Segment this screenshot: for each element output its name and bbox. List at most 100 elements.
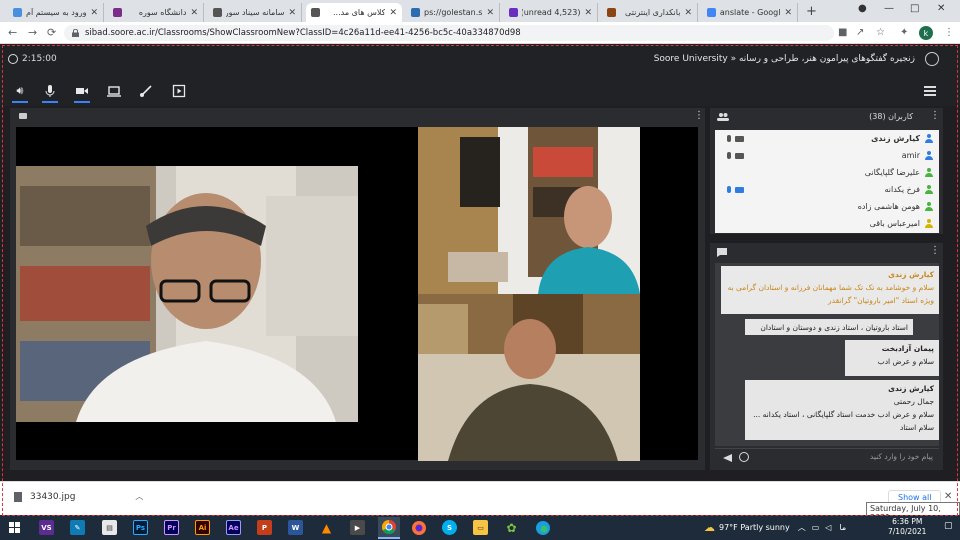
chat-message-text: سلام و عرض ادب خدمت استاد گلپایگانی ، اس… (753, 410, 934, 419)
tab-close-icon[interactable]: ✕ (190, 8, 198, 18)
share-icon[interactable]: ↗ (856, 27, 864, 38)
maximize-icon[interactable]: □ (910, 3, 919, 14)
microphone-icon[interactable] (42, 84, 58, 103)
emoji-icon[interactable] (739, 452, 749, 462)
word-icon[interactable]: W (288, 520, 303, 535)
speaker-icon[interactable]: 🔊︎ (12, 84, 28, 103)
user-mic-icon (727, 186, 731, 193)
photoshop-icon[interactable]: Ps (133, 520, 148, 535)
tab-close-icon[interactable]: ✕ (90, 8, 98, 18)
user-mic-icon (727, 135, 731, 142)
browser-tab[interactable]: سامانه سیناد سوره ✕ (208, 3, 302, 22)
address-bar[interactable]: sibad.soore.ac.ir/Classrooms/ShowClassro… (64, 25, 834, 41)
edge-icon[interactable] (535, 520, 550, 535)
tab-close-icon[interactable]: ✕ (584, 8, 592, 18)
user-name: amir (901, 151, 920, 160)
extensions-icon[interactable]: ✦ (900, 27, 908, 38)
windows-start-icon[interactable] (9, 522, 20, 533)
user-row[interactable]: علیرضا گلپایگانی (715, 164, 939, 181)
volume-icon[interactable]: ◁ (825, 523, 831, 532)
participant-video-top-right[interactable] (418, 127, 640, 294)
tab-close-icon[interactable]: ✕ (684, 8, 692, 18)
tab-search-icon[interactable]: ● (858, 3, 867, 14)
minimize-icon[interactable]: — (884, 3, 894, 14)
chevron-up-icon[interactable]: ︿ (135, 491, 143, 502)
camera-indicator-icon[interactable]: ■ (838, 27, 847, 38)
screen-share-icon[interactable] (107, 84, 121, 98)
browser-tab[interactable]: (4,523 unread) - d✕ (504, 3, 598, 22)
tab-close-icon[interactable]: ✕ (288, 8, 296, 18)
reload-icon[interactable]: ⟳ (47, 26, 56, 39)
browser-tab[interactable]: بانکداری اینترنتی ✕ (602, 3, 698, 22)
weather-icon[interactable]: ☁ (704, 521, 715, 534)
taskbar-clock[interactable]: 6:36 PM 7/10/2021 (888, 517, 926, 537)
users-panel: کاربران (38) ⋮ کیارش زندی amir علیرضا گلپا… (710, 108, 943, 234)
premiere-icon[interactable]: Pr (164, 520, 179, 535)
video-panel-more-icon[interactable]: ⋮ (694, 110, 704, 121)
tab-favicon-icon (213, 8, 222, 17)
back-icon[interactable]: ← (8, 26, 17, 39)
whiteboard-brush-icon[interactable] (139, 84, 153, 98)
file-explorer-icon[interactable]: ▭ (473, 520, 488, 535)
session-timer: 2:15:00 (8, 54, 57, 64)
vlc-icon[interactable]: ▲ (319, 520, 334, 535)
download-item[interactable]: 33430.jpg ︿ (14, 491, 143, 502)
browser-tab[interactable]: دانشگاه سوره ✕ (108, 3, 204, 22)
video-app-icon[interactable]: ▶ (350, 520, 365, 535)
download-shelf: 33430.jpg ︿ Show all ✕ (0, 481, 960, 515)
user-row[interactable]: کیارش زندی (715, 130, 939, 147)
close-download-bar-icon[interactable]: ✕ (944, 491, 952, 502)
media-player-icon[interactable] (172, 84, 186, 98)
bookmark-star-icon[interactable]: ☆ (876, 27, 885, 38)
new-tab-button[interactable]: + (806, 4, 817, 19)
user-media-status (727, 135, 744, 142)
user-row[interactable]: amir (715, 147, 939, 164)
weather-text[interactable]: 97°F Partly sunny (719, 523, 790, 532)
keyboard-language[interactable]: ما (839, 523, 846, 532)
browser-tab[interactable]: translate - Googl ✕ (702, 3, 798, 22)
chat-input-placeholder: پیام خود را وارد کنید (869, 452, 933, 461)
network-icon[interactable]: ▭ (812, 523, 820, 532)
profile-avatar[interactable]: k (919, 26, 933, 40)
illustrator-icon[interactable]: Ai (195, 520, 210, 535)
skype-icon[interactable]: S (442, 520, 457, 535)
browser-tab[interactable]: https://golestan.s✕ (406, 3, 500, 22)
chrome-icon[interactable] (378, 517, 400, 539)
tab-favicon-icon (113, 8, 122, 17)
user-row[interactable]: امیرعباس باقی (715, 215, 939, 232)
pen-app-icon[interactable]: ✎ (70, 520, 85, 535)
users-list: کیارش زندی amir علیرضا گلپایگانی فرخ یکدانه… (715, 130, 939, 233)
chat-message-text: جمال رحمتی (893, 397, 934, 406)
tab-favicon-icon (509, 8, 518, 17)
chat-input[interactable]: پیام خود را وارد کنید (715, 448, 939, 466)
browser-menu-icon[interactable]: ⋮ (944, 27, 954, 38)
users-group-icon (717, 113, 729, 121)
app-icon[interactable]: ✿ (504, 520, 519, 535)
browser-tab-label: (4,523 unread) - d (522, 8, 581, 17)
send-icon[interactable] (723, 454, 732, 462)
participant-video-main[interactable] (16, 166, 358, 422)
after-effects-icon[interactable]: Ae (226, 520, 241, 535)
window-close-icon[interactable]: ✕ (937, 3, 945, 14)
tab-favicon-icon (311, 8, 320, 17)
browser-tab[interactable]: کلاس های مد... ✕ (306, 3, 402, 22)
firefox-icon[interactable] (411, 520, 426, 535)
tab-close-icon[interactable]: ✕ (389, 8, 397, 18)
user-media-status (727, 152, 744, 159)
notifications-icon[interactable]: ▢ (944, 521, 953, 531)
notes-app-icon[interactable]: ▤ (102, 520, 117, 535)
user-row[interactable]: فرخ یکدانه (715, 181, 939, 198)
main-menu-icon[interactable] (924, 86, 936, 98)
browser-tab[interactable]: ورود به سیستم آم...✕ (8, 3, 104, 22)
user-row[interactable]: هومن هاشمی زاده (715, 198, 939, 215)
forward-icon[interactable]: → (28, 26, 37, 39)
powerpoint-icon[interactable]: P (257, 520, 272, 535)
users-more-icon[interactable]: ⋮ (930, 110, 940, 121)
tab-close-icon[interactable]: ✕ (486, 8, 494, 18)
tab-close-icon[interactable]: ✕ (784, 8, 792, 18)
webcam-icon[interactable] (74, 84, 90, 103)
user-name: امیرعباس باقی (869, 219, 920, 228)
tray-chevron-icon[interactable]: ︿ (798, 522, 806, 533)
participant-video-bottom-right[interactable] (418, 294, 640, 461)
visual-studio-icon[interactable]: VS (39, 520, 54, 535)
